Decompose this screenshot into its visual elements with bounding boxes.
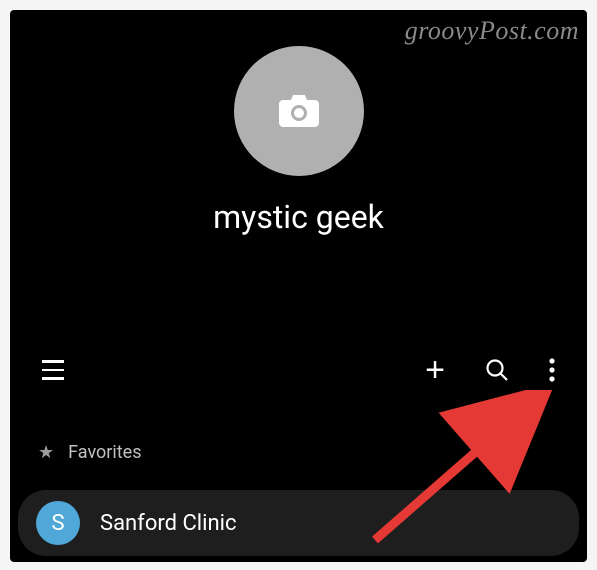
contact-name: Sanford Clinic [100, 511, 237, 536]
hamburger-icon [42, 360, 64, 380]
profile-name: mystic geek [213, 198, 384, 236]
toolbar: + [10, 342, 587, 398]
contact-row[interactable]: S Sanford Clinic [18, 490, 579, 556]
menu-button[interactable] [38, 356, 68, 384]
favorites-label: Favorites [68, 442, 141, 463]
contact-avatar: S [36, 501, 80, 545]
plus-icon: + [425, 353, 445, 387]
star-icon: ★ [38, 442, 54, 463]
camera-icon [279, 95, 319, 127]
add-button[interactable]: + [421, 349, 449, 391]
contacts-app-screen: mystic geek + [10, 10, 587, 562]
search-button[interactable] [481, 354, 513, 386]
favorites-header: ★ Favorites [10, 442, 587, 463]
watermark-text: groovyPost.com [405, 16, 579, 46]
search-icon [485, 358, 509, 382]
profile-avatar[interactable] [234, 46, 364, 176]
more-options-button[interactable] [545, 354, 559, 386]
more-vertical-icon [549, 358, 555, 382]
